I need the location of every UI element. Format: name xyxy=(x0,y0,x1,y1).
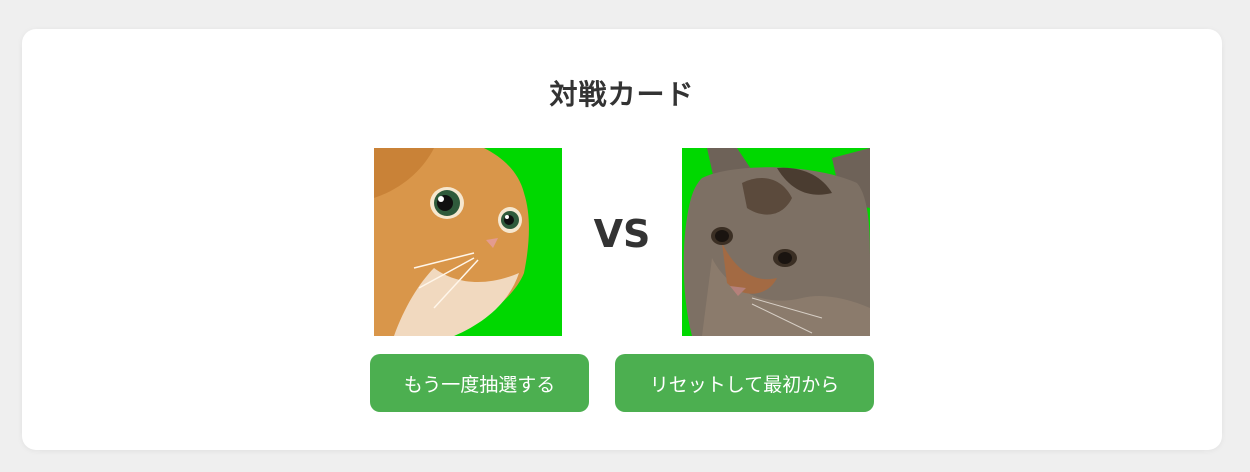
reset-button[interactable]: リセットして最初から xyxy=(615,354,874,412)
redraw-button[interactable]: もう一度抽選する xyxy=(370,354,589,412)
page-title: 対戦カード xyxy=(549,78,695,111)
vs-label: VS xyxy=(593,212,651,256)
right-fighter-image xyxy=(682,148,870,336)
battle-card-panel: 対戦カード VS もう一度抽選する リセットして最初から xyxy=(22,29,1222,450)
tabby-cat-picture xyxy=(682,148,870,336)
left-fighter-image xyxy=(374,148,562,336)
orange-cat-picture xyxy=(374,148,562,336)
